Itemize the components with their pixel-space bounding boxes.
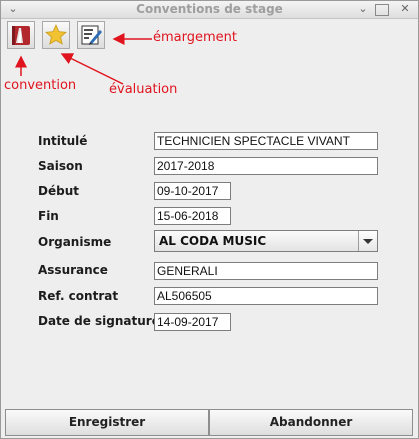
button-bar: Enregistrer Abandonner xyxy=(1,409,418,438)
debut-label: Début xyxy=(38,184,79,198)
debut-date-field[interactable]: 09-10-2017 xyxy=(154,182,231,200)
organisme-label: Organisme xyxy=(38,235,112,249)
ref-contrat-label: Ref. contrat xyxy=(38,289,119,303)
saison-field[interactable]: 2017-2018 xyxy=(154,157,378,175)
cancel-button[interactable]: Abandonner xyxy=(209,409,413,436)
saison-label: Saison xyxy=(38,159,83,173)
dialog-window: ⌄ Conventions de stage ⌄ ✕ émargement co… xyxy=(0,0,419,439)
date-signature-field[interactable]: 14-09-2017 xyxy=(154,313,231,331)
intitule-field[interactable]: TECHNICIEN SPECTACLE VIVANT xyxy=(154,132,378,150)
date-signature-label: Date de signature xyxy=(38,314,160,328)
assurance-label: Assurance xyxy=(38,263,108,277)
organisme-select[interactable]: AL CODA MUSIC xyxy=(154,230,378,252)
intitule-label: Intitulé xyxy=(38,134,88,148)
organisme-selected-value: AL CODA MUSIC xyxy=(159,234,267,248)
convention-annotation: convention xyxy=(4,78,77,93)
assurance-field[interactable]: GENERALI xyxy=(154,262,378,280)
fin-label: Fin xyxy=(38,209,59,223)
save-button[interactable]: Enregistrer xyxy=(5,409,209,436)
chevron-down-icon[interactable] xyxy=(358,231,377,251)
fin-date-field[interactable]: 15-06-2018 xyxy=(154,207,231,225)
evaluation-annotation: évaluation xyxy=(109,82,178,97)
ref-contrat-field[interactable]: AL506505 xyxy=(154,287,378,305)
emargement-annotation: émargement xyxy=(153,30,237,45)
